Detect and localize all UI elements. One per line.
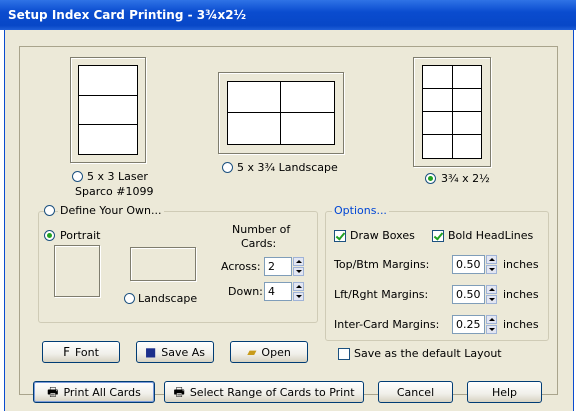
draw-boxes-label: Draw Boxes <box>350 229 415 242</box>
down-stepper[interactable] <box>293 282 304 301</box>
portrait-label: Portrait <box>60 229 101 242</box>
layout-small-label: 3¾ x 2½ <box>441 172 490 185</box>
number-of-cards-heading: Number of <box>232 223 291 236</box>
down-label: Down: <box>228 285 263 298</box>
layout-panel: 5 x 3 Laser Sparco #1099 5 x 3¾ Landscap… <box>19 46 558 395</box>
laser-preview[interactable] <box>70 57 146 163</box>
portrait-sample <box>54 245 100 297</box>
title-bar[interactable]: Setup Index Card Printing - 3¾x2½ <box>0 0 576 30</box>
open-button[interactable]: ▰ Open <box>230 341 308 363</box>
layout-small-radio[interactable] <box>425 173 436 184</box>
font-button[interactable]: F Font <box>42 341 120 363</box>
layout-laser-radio[interactable] <box>72 171 83 182</box>
bold-headlines-label: Bold HeadLines <box>448 229 534 242</box>
dialog-body: 5 x 3 Laser Sparco #1099 5 x 3¾ Landscap… <box>4 30 574 411</box>
landscape-radio[interactable] <box>124 293 135 304</box>
landscape-paper <box>227 81 335 145</box>
print-all-button[interactable]: 🖶 Print All Cards <box>33 381 155 403</box>
help-label: Help <box>491 385 518 399</box>
layout-laser-sublabel: Sparco #1099 <box>75 185 154 198</box>
top-btm-input[interactable]: 0.50 <box>452 255 485 274</box>
window-title: Setup Index Card Printing - 3¾x2½ <box>8 8 247 22</box>
layout-landscape-label: 5 x 3¾ Landscape <box>237 161 338 174</box>
lft-rght-unit: inches <box>503 288 539 301</box>
inter-card-stepper[interactable] <box>486 315 497 334</box>
lft-rght-label: Lft/Rght Margins: <box>334 288 429 301</box>
font-button-label: Font <box>74 345 99 359</box>
landscape-label: Landscape <box>138 292 198 305</box>
define-own-label: Define Your Own... <box>58 204 164 217</box>
laser-paper <box>78 65 138 155</box>
top-btm-unit: inches <box>503 258 539 271</box>
down-input[interactable]: 4 <box>264 282 292 301</box>
select-range-button[interactable]: 🖶 Select Range of Cards to Print <box>164 381 364 403</box>
layout-landscape-radio[interactable] <box>222 162 233 173</box>
open-folder-icon: ▰ <box>247 345 257 359</box>
lft-rght-stepper[interactable] <box>486 285 497 304</box>
save-as-button[interactable]: ■ Save As <box>136 341 214 363</box>
font-icon: F <box>63 345 70 359</box>
draw-boxes-checkbox[interactable] <box>334 230 346 242</box>
inter-card-unit: inches <box>503 318 539 331</box>
top-btm-label: Top/Btm Margins: <box>334 258 430 271</box>
select-range-label: Select Range of Cards to Print <box>189 385 355 399</box>
print-all-label: Print All Cards <box>63 385 141 399</box>
inter-card-input[interactable]: 0.25 <box>452 315 485 334</box>
small-cards-preview[interactable] <box>413 57 491 167</box>
save-default-label: Save as the default Layout <box>354 347 502 360</box>
layout-laser-label: 5 x 3 Laser <box>87 170 148 183</box>
cancel-button[interactable]: Cancel <box>378 381 453 403</box>
lft-rght-input[interactable]: 0.50 <box>452 285 485 304</box>
printer-icon: 🖶 <box>173 385 185 399</box>
save-as-button-label: Save As <box>161 345 206 359</box>
number-of-cards-heading-2: Cards: <box>241 237 277 250</box>
across-stepper[interactable] <box>293 257 304 276</box>
help-button[interactable]: Help <box>467 381 542 403</box>
cancel-label: Cancel <box>396 385 435 399</box>
across-label: Across: <box>221 260 261 273</box>
open-button-label: Open <box>261 345 291 359</box>
floppy-disk-icon: ■ <box>144 345 157 359</box>
save-default-checkbox[interactable] <box>338 348 350 360</box>
landscape-sample <box>130 247 196 281</box>
landscape-preview[interactable] <box>218 72 344 154</box>
small-cards-paper <box>422 65 482 159</box>
options-legend: Options... <box>332 204 389 217</box>
bold-headlines-checkbox[interactable] <box>432 230 444 242</box>
portrait-radio[interactable] <box>44 230 55 241</box>
define-own-radio[interactable] <box>44 205 55 216</box>
top-btm-stepper[interactable] <box>486 255 497 274</box>
across-input[interactable]: 2 <box>264 257 292 276</box>
printer-icon: 🖶 <box>47 385 59 399</box>
inter-card-label: Inter-Card Margins: <box>334 318 440 331</box>
